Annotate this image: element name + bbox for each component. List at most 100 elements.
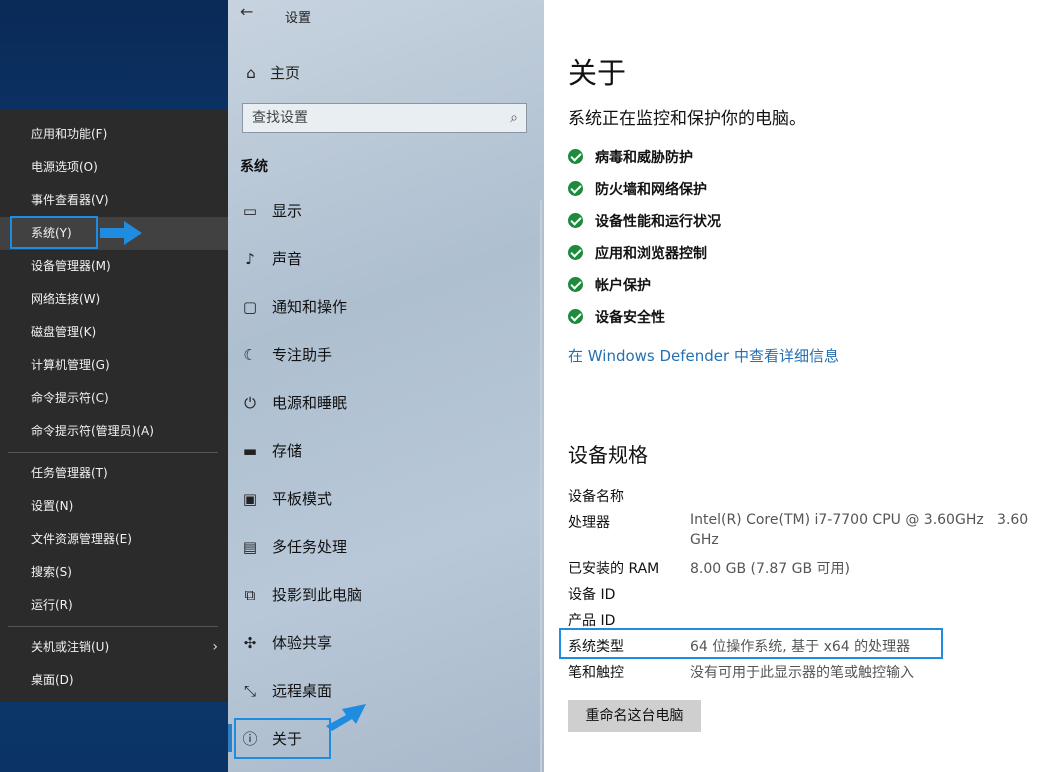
share-icon: ✣ — [243, 634, 257, 652]
winx-menu: 应用和功能(F) 电源选项(O) 事件查看器(V) 系统(Y) 设备管理器(M)… — [0, 110, 228, 702]
menu-item-computer-management[interactable]: 计算机管理(G) — [0, 349, 228, 382]
arrow-annotation-icon — [326, 704, 366, 731]
selected-indicator — [228, 724, 232, 752]
spec-label: 处理器 — [568, 515, 610, 531]
device-spec-heading: 设备规格 — [568, 443, 648, 467]
protection-item: 设备安全性 — [568, 307, 665, 329]
spec-label: 产品 ID — [568, 613, 616, 629]
protection-item: 帐户保护 — [568, 275, 651, 297]
menu-separator — [8, 452, 218, 453]
nav-item-label: 投影到此电脑 — [272, 586, 363, 604]
nav-home[interactable]: ⌂ 主页 — [242, 62, 300, 83]
menu-item-cmd[interactable]: 命令提示符(C) — [0, 382, 228, 415]
nav-item-power[interactable]: ⏻ 电源和睡眠 — [240, 388, 530, 418]
nav-item-focus-assist[interactable]: ☾ 专注助手 — [240, 340, 530, 370]
nav-item-label: 平板模式 — [272, 490, 333, 508]
highlight-box-about — [234, 718, 331, 759]
menu-item-file-explorer[interactable]: 文件资源管理器(E) — [0, 523, 228, 556]
back-arrow-icon[interactable]: ← — [240, 2, 253, 21]
nav-item-multitask[interactable]: ▤ 多任务处理 — [240, 532, 530, 562]
check-circle-icon — [568, 180, 583, 196]
nav-item-label: 显示 — [272, 202, 303, 220]
protection-item: 防火墙和网络保护 — [568, 179, 707, 201]
protection-item: 病毒和威胁防护 — [568, 147, 693, 169]
settings-nav: ← 设置 ⌂ 主页 查找设置 ⌕ 系统 ▭ 显示 ♪ 声音 ▢ 通知和操作 ☾ 专注助手 … — [228, 0, 544, 772]
moon-icon: ☾ — [243, 346, 257, 364]
spec-value-wrap: GHz — [690, 532, 719, 548]
protection-label: 设备性能和运行状况 — [595, 214, 721, 230]
menu-item-shutdown[interactable]: 关机或注销(U) › — [0, 631, 228, 664]
menu-item-disk-management[interactable]: 磁盘管理(K) — [0, 316, 228, 349]
chevron-right-icon: › — [212, 639, 218, 655]
protection-label: 帐户保护 — [595, 278, 651, 294]
home-icon: ⌂ — [246, 64, 256, 82]
nav-item-label: 通知和操作 — [272, 298, 348, 316]
nav-item-label: 存储 — [272, 442, 303, 460]
nav-item-label: 声音 — [272, 250, 303, 268]
nav-item-label: 多任务处理 — [272, 538, 348, 556]
sound-icon: ♪ — [245, 250, 255, 268]
spec-label: 已安装的 RAM — [568, 561, 660, 577]
nav-item-label: 专注助手 — [272, 346, 333, 364]
menu-item-apps[interactable]: 应用和功能(F) — [0, 118, 228, 151]
check-circle-icon — [568, 148, 583, 164]
protection-label: 设备安全性 — [595, 310, 665, 326]
page-title: 关于 — [568, 56, 627, 90]
notification-icon: ▢ — [242, 298, 258, 316]
rename-pc-button[interactable]: 重命名这台电脑 — [568, 700, 701, 732]
nav-item-storage[interactable]: ▬ 存储 — [240, 436, 530, 466]
protection-label: 病毒和威胁防护 — [595, 150, 693, 166]
menu-item-settings[interactable]: 设置(N) — [0, 490, 228, 523]
search-icon: ⌕ — [510, 110, 518, 126]
menu-item-power-options[interactable]: 电源选项(O) — [0, 151, 228, 184]
nav-item-label: 电源和睡眠 — [272, 394, 348, 412]
menu-item-search[interactable]: 搜索(S) — [0, 556, 228, 589]
highlight-box-system — [10, 216, 98, 249]
protection-label: 防火墙和网络保护 — [595, 182, 707, 198]
highlight-box-system-type — [559, 628, 943, 659]
nav-item-label: 体验共享 — [272, 634, 333, 652]
nav-section-title: 系统 — [240, 159, 268, 175]
menu-item-device-manager[interactable]: 设备管理器(M) — [0, 250, 228, 283]
search-placeholder: 查找设置 — [252, 110, 308, 126]
display-icon: ▭ — [242, 202, 258, 220]
storage-icon: ▬ — [242, 442, 258, 460]
nav-item-display[interactable]: ▭ 显示 — [240, 196, 530, 226]
nav-item-remote-desktop[interactable]: ⤡ 远程桌面 — [240, 676, 530, 706]
spec-value: Intel(R) Core(TM) i7-7700 CPU @ 3.60GHz … — [690, 512, 1029, 528]
menu-item-cmd-admin[interactable]: 命令提示符(管理员)(A) — [0, 415, 228, 448]
check-circle-icon — [568, 276, 583, 292]
about-page: 关于 系统正在监控和保护你的电脑。 病毒和威胁防护 防火墙和网络保护 设备性能和… — [544, 0, 1058, 772]
nav-item-sound[interactable]: ♪ 声音 — [240, 244, 530, 274]
protection-item: 应用和浏览器控制 — [568, 243, 707, 265]
spec-value: 没有可用于此显示器的笔或触控输入 — [690, 665, 914, 681]
spec-value: 8.00 GB (7.87 GB 可用) — [690, 561, 850, 577]
tablet-icon: ▣ — [242, 490, 258, 508]
nav-item-project[interactable]: ⧉ 投影到此电脑 — [240, 580, 530, 610]
check-circle-icon — [568, 212, 583, 228]
search-input[interactable]: 查找设置 ⌕ — [242, 103, 527, 133]
nav-item-notifications[interactable]: ▢ 通知和操作 — [240, 292, 530, 322]
menu-item-network[interactable]: 网络连接(W) — [0, 283, 228, 316]
menu-item-task-manager[interactable]: 任务管理器(T) — [0, 457, 228, 490]
nav-item-tablet[interactable]: ▣ 平板模式 — [240, 484, 530, 514]
spec-label: 设备 ID — [568, 587, 616, 603]
nav-item-share[interactable]: ✣ 体验共享 — [240, 628, 530, 658]
menu-separator — [8, 626, 218, 627]
menu-item-event-viewer[interactable]: 事件查看器(V) — [0, 184, 228, 217]
project-icon: ⧉ — [244, 586, 256, 604]
arrow-annotation-icon — [100, 221, 142, 245]
window-title: 设置 — [285, 11, 312, 26]
scrollbar[interactable] — [540, 200, 542, 772]
spec-label: 笔和触控 — [568, 665, 624, 681]
defender-details-link[interactable]: 在 Windows Defender 中查看详细信息 — [568, 345, 839, 366]
remote-icon: ⤡ — [243, 682, 256, 700]
protection-summary: 系统正在监控和保护你的电脑。 — [568, 109, 806, 129]
menu-item-desktop[interactable]: 桌面(D) — [0, 664, 228, 697]
menu-item-run[interactable]: 运行(R) — [0, 589, 228, 622]
check-circle-icon — [568, 308, 583, 324]
protection-item: 设备性能和运行状况 — [568, 211, 721, 233]
spec-label: 设备名称 — [568, 489, 624, 505]
nav-home-label: 主页 — [270, 64, 301, 82]
nav-item-label: 远程桌面 — [272, 682, 333, 700]
